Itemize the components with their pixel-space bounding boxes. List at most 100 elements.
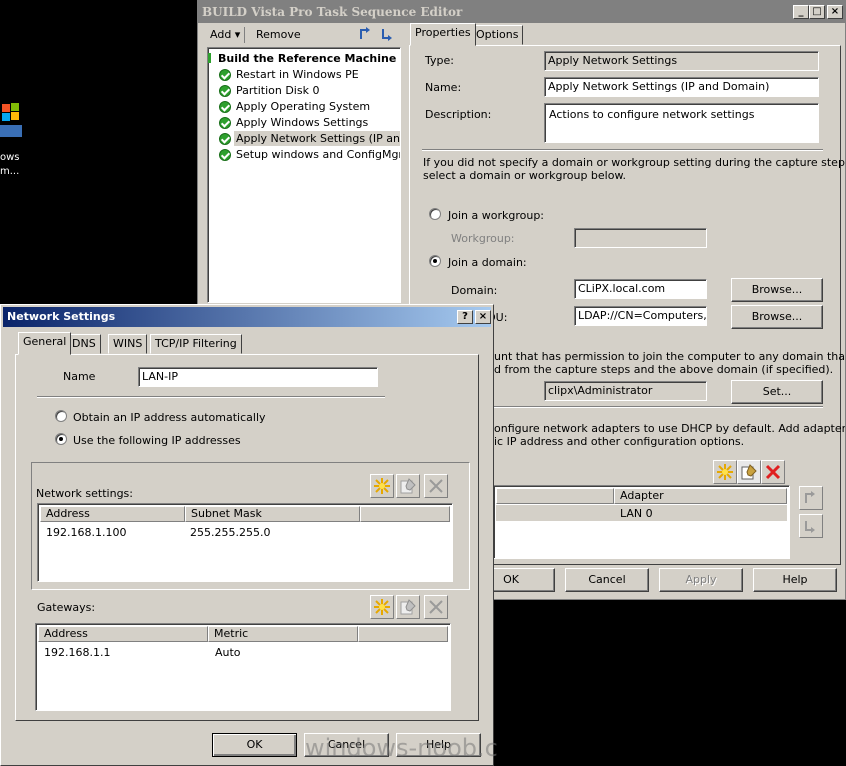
tree-item-label: Apply Operating System [236,100,371,113]
gateway-list[interactable]: Address Metric 192.168.1.1 Auto [35,623,451,711]
gateways-label: Gateways: [37,601,96,614]
domain-intro-text: If you did not specify a domain or workg… [423,156,846,169]
move-up-icon[interactable] [358,26,374,42]
delete-ip-button [424,474,448,498]
ok-button[interactable]: OK [212,733,297,757]
desktop-icon-label: m... [0,166,20,177]
properties-icon [741,464,757,480]
dropdown-arrow-icon: ▾ [234,28,241,41]
new-adapter-button[interactable] [713,460,737,484]
join-workgroup-radio[interactable] [429,208,441,220]
gateway-metric-cell: Auto [215,646,241,659]
editor-title-bar[interactable]: BUILD Vista Pro Task Sequence Editor [198,1,845,23]
network-settings-dialog: Network Settings ? × General DNS WINS TC… [0,304,494,766]
divider [37,396,385,398]
name-field[interactable]: LAN-IP [138,367,378,387]
help-title-button[interactable]: ? [457,310,473,324]
tree-item-label: Restart in Windows PE [236,68,359,81]
ou-field[interactable]: LDAP://CN=Computers,DC [574,306,707,326]
account-text: unt that has permission to join the comp… [494,350,846,363]
success-check-icon [219,133,231,145]
edit-ip-button [396,474,420,498]
divider [494,406,823,408]
remove-button[interactable]: Remove [256,28,301,41]
subnet-mask-column-header[interactable]: Subnet Mask [185,506,360,522]
windows-logo-icon [0,103,22,137]
column-header[interactable] [496,488,614,504]
workgroup-field [574,228,707,248]
column-header[interactable] [360,506,450,522]
use-following-radio[interactable] [55,433,67,445]
adapter-cell: LAN 0 [620,507,653,520]
help-button[interactable]: Help [753,568,837,592]
tree-item-label: Apply Network Settings (IP and Domain) [236,132,400,145]
add-menu-button[interactable]: Add ▾ [210,28,240,41]
adapter-text: ic IP address and other configuration op… [494,435,745,448]
tab-properties[interactable]: Properties [410,23,476,46]
properties-icon [400,599,416,615]
tab-dns[interactable]: DNS [67,334,101,354]
success-check-icon [219,69,231,81]
move-down-icon[interactable] [380,26,396,42]
address-column-header[interactable]: Address [38,626,208,642]
minimize-button[interactable]: _ [793,5,809,19]
description-field[interactable]: Actions to configure network settings [544,103,819,143]
apply-button: Apply [659,568,743,592]
use-following-label: Use the following IP addresses [73,434,241,447]
tab-options[interactable]: Options [471,25,524,45]
maximize-button[interactable]: □ [809,5,825,19]
desktop-icon[interactable] [0,100,22,140]
edit-gateway-button [396,595,420,619]
success-check-icon [219,149,231,161]
success-check-icon [219,117,231,129]
name-field[interactable]: Apply Network Settings (IP and Domain) [544,77,819,97]
name-label: Name: [425,81,462,94]
move-up-icon [805,491,815,503]
adapter-move-up-button[interactable] [799,486,823,510]
gateway-address-cell: 192.168.1.1 [44,646,111,659]
adapter-column-header[interactable]: Adapter [614,488,787,504]
ip-address-list[interactable]: Address Subnet Mask 192.168.1.100 255.25… [37,503,453,582]
tree-item-label: Apply Windows Settings [236,116,369,129]
browse-domain-button[interactable]: Browse... [731,278,823,302]
tab-tcpip-filtering[interactable]: TCP/IP Filtering [150,334,242,354]
tree-item-label: Partition Disk 0 [236,84,320,97]
obtain-auto-label: Obtain an IP address automatically [73,411,266,424]
metric-column-header[interactable]: Metric [208,626,358,642]
domain-intro-text: select a domain or workgroup below. [423,169,626,182]
obtain-auto-radio[interactable] [55,410,67,422]
new-gateway-button[interactable] [370,595,394,619]
task-tree[interactable]: Build the Reference Machine Restart in W… [207,47,401,303]
join-domain-radio[interactable] [429,255,441,267]
new-ip-button[interactable] [370,474,394,498]
adapter-list[interactable]: Adapter LAN 0 [493,485,790,559]
dialog-title-bar[interactable]: Network Settings [3,307,491,327]
adapter-move-down-button[interactable] [799,514,823,538]
tab-wins[interactable]: WINS [108,334,148,354]
properties-adapter-button[interactable] [737,460,761,484]
move-down-icon [805,521,815,533]
type-value: Apply Network Settings [544,51,819,71]
new-star-icon [717,464,733,480]
description-label: Description: [425,108,492,121]
browse-ou-button[interactable]: Browse... [731,305,823,329]
column-header[interactable] [358,626,448,642]
close-title-button[interactable]: × [475,310,491,324]
dialog-title: Network Settings [7,310,116,323]
desktop-icon-label: ows [0,152,20,163]
new-star-icon [374,478,390,494]
address-column-header[interactable]: Address [40,506,185,522]
watermark: windows-noob.c [305,734,498,762]
ip-address-cell: 192.168.1.100 [46,526,127,539]
success-check-icon [219,101,231,113]
cancel-button[interactable]: Cancel [565,568,649,592]
delete-x-icon [765,464,781,480]
set-account-button[interactable]: Set... [731,380,823,404]
delete-x-icon [429,479,443,493]
tab-general[interactable]: General [18,332,72,355]
domain-field[interactable]: CLiPX.local.com [574,279,707,299]
divider [422,149,823,151]
close-button[interactable]: × [827,5,843,19]
tree-root[interactable]: Build the Reference Machine [218,52,396,65]
delete-adapter-button[interactable] [761,460,785,484]
